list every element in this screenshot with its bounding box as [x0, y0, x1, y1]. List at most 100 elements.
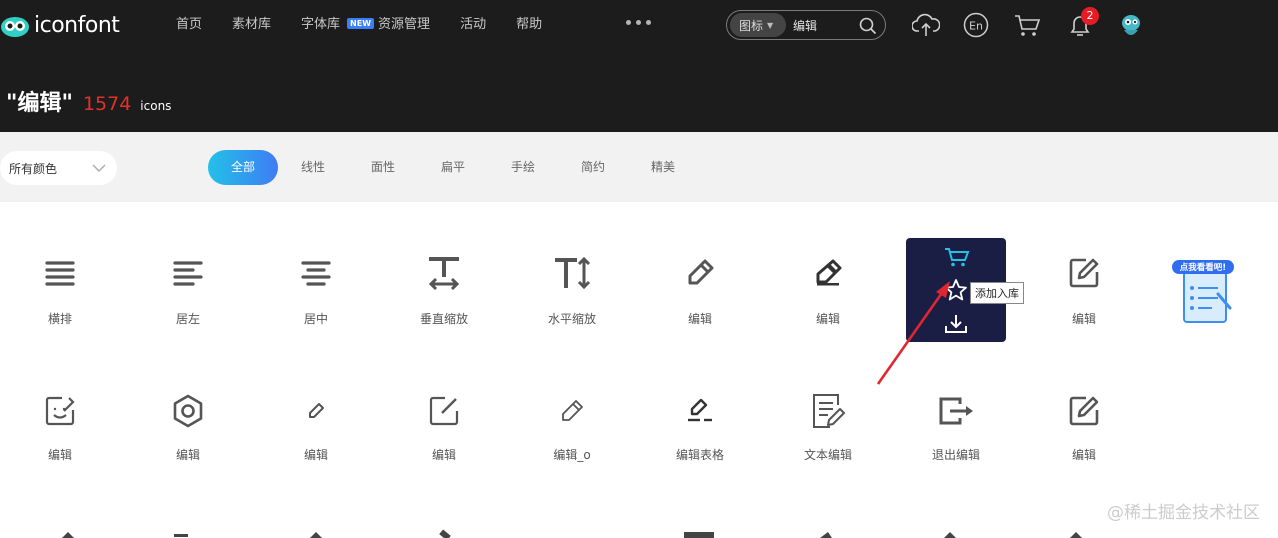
- language-label: En: [969, 20, 983, 33]
- icon-card[interactable]: 横排: [0, 238, 120, 348]
- checklist-icon: 点我看看吧!: [1172, 260, 1234, 323]
- more-icon[interactable]: [626, 20, 651, 25]
- add-to-library-tooltip: 添加入库: [970, 282, 1024, 304]
- page-title: "编辑" 1574 icons: [6, 85, 171, 117]
- icon-card[interactable]: 编辑: [768, 238, 888, 348]
- icon-card[interactable]: 文本编辑: [768, 376, 888, 486]
- icon-label: 文本编辑: [803, 448, 852, 462]
- logo-mascot-icon: [1, 17, 29, 37]
- icon-label: 编辑: [303, 448, 328, 462]
- icon-label: 居左: [175, 312, 200, 326]
- icon-card[interactable]: 水平缩放: [512, 238, 632, 348]
- notification-badge: 2: [1081, 7, 1099, 25]
- icon-card[interactable]: 垂直缩放: [384, 238, 504, 348]
- promo-widget[interactable]: 点我看看吧!: [1172, 258, 1236, 330]
- search-type-select[interactable]: 图标 ▼: [730, 13, 786, 37]
- tab-handdrawn[interactable]: 手绘: [488, 150, 558, 185]
- add-to-cart-icon[interactable]: [944, 246, 970, 268]
- align-left-icon: [173, 261, 203, 286]
- edit-table-icon: [688, 398, 712, 422]
- tab-simple[interactable]: 简约: [558, 150, 628, 185]
- align-center-icon: [301, 261, 331, 286]
- icon-card[interactable]: 居左: [128, 238, 248, 348]
- next-row-partial: [62, 529, 1082, 538]
- icon-label: 垂直缩放: [419, 312, 468, 326]
- nav-home[interactable]: 首页: [176, 15, 202, 35]
- chevron-down-icon: ▼: [767, 20, 774, 30]
- horizontal-scale-icon: [555, 256, 591, 290]
- icon-card[interactable]: 编辑: [640, 238, 760, 348]
- icon-card[interactable]: 编辑表格: [640, 376, 760, 486]
- icon-label: 横排: [47, 312, 72, 326]
- style-tabs: 全部 线性 面性 扁平 手绘 简约 精美: [208, 150, 698, 185]
- icon-label: 编辑_o: [553, 448, 591, 462]
- icon-label: 编辑: [687, 312, 712, 326]
- pencil-outline-icon: [562, 400, 583, 421]
- icon-card[interactable]: 编辑: [0, 376, 120, 486]
- download-icon[interactable]: [945, 314, 967, 334]
- icon-card[interactable]: 编辑: [256, 376, 376, 486]
- small-pencil-icon: [309, 403, 324, 418]
- iconfont-logo[interactable]: iconfont: [0, 8, 120, 42]
- search-type-label: 图标: [739, 18, 764, 33]
- icon-card[interactable]: 居中: [256, 238, 376, 348]
- align-justify-icon: [45, 261, 75, 286]
- color-filter-label: 所有颜色: [9, 161, 58, 176]
- icon-card[interactable]: 编辑: [1024, 376, 1144, 486]
- icon-card[interactable]: 退出编辑: [896, 376, 1016, 486]
- pencil-icon: [688, 259, 714, 285]
- chevron-down-icon: [92, 164, 106, 172]
- color-filter-select[interactable]: 所有颜色: [0, 151, 117, 185]
- tab-filled[interactable]: 面性: [348, 150, 418, 185]
- cart-icon[interactable]: [1013, 12, 1041, 38]
- icon-card[interactable]: 编辑_o: [512, 376, 632, 486]
- tab-fine[interactable]: 精美: [628, 150, 698, 185]
- icon-card[interactable]: 编辑: [128, 376, 248, 486]
- nav-resource-manage[interactable]: 资源管理: [378, 15, 430, 35]
- tab-all[interactable]: 全部: [208, 150, 278, 185]
- edit-square-icon: [1069, 258, 1099, 288]
- watermark: @稀土掘金技术社区: [1107, 503, 1260, 523]
- tab-linear[interactable]: 线性: [278, 150, 348, 185]
- pencil-filled-icon: [816, 259, 842, 286]
- language-icon[interactable]: En: [963, 12, 989, 38]
- icon-card[interactable]: 编辑: [384, 376, 504, 486]
- search-input[interactable]: [793, 18, 857, 32]
- icon-label: 编辑: [1071, 448, 1096, 462]
- icon-label: 退出编辑: [931, 448, 980, 462]
- vertical-scale-icon: [428, 257, 460, 291]
- icon-label: 水平缩放: [547, 312, 596, 326]
- star-icon[interactable]: [944, 278, 968, 302]
- icon-label: 编辑表格: [675, 448, 724, 462]
- hexagon-icon: [173, 394, 203, 428]
- icon-label: 编辑: [431, 448, 456, 462]
- nav-help[interactable]: 帮助: [516, 15, 542, 35]
- promo-label: 点我看看吧!: [1180, 262, 1226, 273]
- new-badge: NEW: [347, 18, 375, 29]
- exit-edit-icon: [939, 397, 973, 425]
- search-icon[interactable]: [859, 17, 877, 35]
- edit-face-icon: [45, 396, 75, 426]
- search-box: 图标 ▼: [726, 10, 886, 40]
- tab-flat[interactable]: 扁平: [418, 150, 488, 185]
- nav-activity[interactable]: 活动: [460, 15, 486, 35]
- result-count: 1574: [82, 93, 132, 115]
- icon-label: 编辑: [815, 312, 840, 326]
- upload-cloud-icon[interactable]: [912, 12, 940, 38]
- edit-box-icon: [429, 396, 459, 426]
- icon-card[interactable]: 编辑: [1024, 238, 1144, 348]
- icon-label: 编辑: [1071, 312, 1096, 326]
- nav-materials[interactable]: 素材库: [232, 15, 271, 35]
- nav-fonts-label: 字体库: [301, 17, 341, 32]
- avatar[interactable]: [1118, 12, 1144, 40]
- main-nav: 首页 素材库 字体库 NEW 资源管理 活动 帮助: [176, 15, 572, 35]
- nav-fonts[interactable]: 字体库 NEW: [301, 15, 375, 35]
- icon-label: 居中: [303, 312, 328, 326]
- filter-bar: 所有颜色 全部 线性 面性 扁平 手绘 简约 精美: [0, 132, 1278, 202]
- top-header: iconfont 首页 素材库 字体库 NEW 资源管理 活动 帮助 图标 ▼ …: [0, 0, 1278, 132]
- search-query: "编辑": [6, 91, 73, 116]
- result-unit: icons: [140, 99, 172, 113]
- text-edit-icon: [813, 394, 845, 428]
- icon-label: 编辑: [47, 448, 72, 462]
- icon-label: 编辑: [175, 448, 200, 462]
